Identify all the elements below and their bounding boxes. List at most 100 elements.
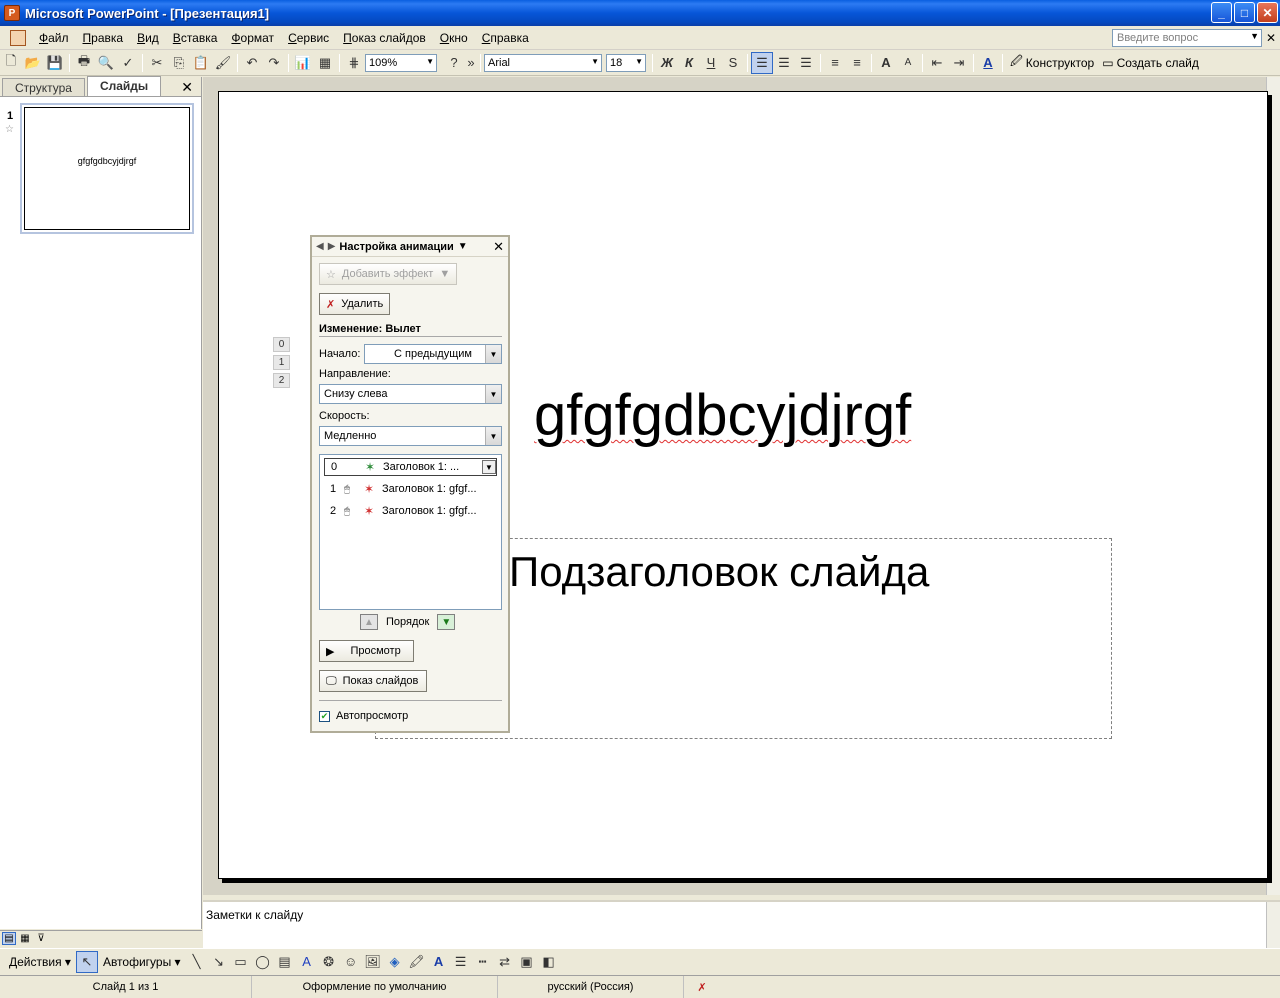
back-arrow-icon[interactable]: ◀ [316, 241, 324, 252]
save-icon[interactable]: 💾 [44, 52, 66, 74]
help-question-input[interactable]: Введите вопрос ▼ [1112, 29, 1262, 47]
dash-style-icon[interactable]: ┅ [472, 951, 494, 973]
actions-menu[interactable]: Действия ▾ [4, 955, 76, 969]
print-preview-icon[interactable]: 🔍 [95, 52, 117, 74]
autopreview-option[interactable]: ✔ Автопросмотр [319, 710, 408, 722]
open-folder-icon[interactable]: 📂 [22, 52, 44, 74]
autoshapes-menu[interactable]: Автофигуры ▾ [98, 955, 186, 969]
tab-slides[interactable]: Слайды [86, 76, 162, 96]
new-slide-button[interactable]: ▭ Создать слайд [1098, 56, 1203, 70]
clipart-icon[interactable]: ☺ [340, 951, 362, 973]
menu-window[interactable]: Окно [433, 31, 475, 45]
document-icon[interactable] [10, 29, 26, 46]
close-button[interactable]: ✕ [1257, 2, 1278, 23]
close-icon[interactable]: ✕ [181, 79, 193, 96]
slideshow-button[interactable]: 🖵 Показ слайдов [319, 670, 427, 692]
close-icon[interactable]: ✕ [493, 239, 504, 255]
powerpoint-app-icon[interactable]: P [4, 5, 20, 21]
preview-button[interactable]: ▶ Просмотр [319, 640, 414, 662]
align-center-icon[interactable]: ☰ [773, 52, 795, 74]
spellcheck-status-icon[interactable]: ✗ [684, 976, 720, 998]
font-color-icon[interactable]: A [428, 951, 450, 973]
add-effect-button[interactable]: ☆ Добавить эффект ▼ [319, 263, 458, 285]
move-up-icon[interactable]: ▲ [360, 614, 378, 630]
insert-table-icon[interactable]: ▦ [314, 52, 336, 74]
effect-item[interactable]: 1 🖱 ✶ Заголовок 1: gfgf... [324, 480, 497, 498]
chevron-down-icon[interactable]: ▼ [482, 460, 496, 474]
align-left-icon[interactable]: ☰ [751, 51, 773, 74]
zoom-select[interactable]: 109% ▼ [365, 53, 437, 72]
redo-icon[interactable]: ↷ [263, 52, 285, 74]
document-close-button[interactable]: ✕ [1266, 31, 1276, 45]
autopreview-checkbox[interactable]: ✔ [319, 710, 330, 722]
picture-icon[interactable]: 🖼 [362, 951, 384, 973]
chevron-down-icon[interactable]: ▼ [458, 241, 468, 252]
line-icon[interactable]: ╲ [186, 951, 208, 973]
diagram-icon[interactable]: ❂ [318, 951, 340, 973]
designer-button[interactable]: 🖉 Конструктор [1006, 52, 1098, 73]
slide-sorter-view-icon[interactable]: ▦ [18, 932, 32, 945]
rectangle-icon[interactable]: ▭ [230, 951, 252, 973]
chevron-down-icon[interactable]: ▼ [1250, 31, 1259, 41]
chevron-down-icon[interactable]: ▼ [485, 427, 501, 445]
line-color-icon[interactable]: 🖍 [406, 951, 428, 973]
italic-button[interactable]: К [678, 52, 700, 74]
decrease-indent-icon[interactable]: ⇤ [926, 52, 948, 74]
copy-icon[interactable]: ⎘ [168, 52, 190, 74]
fill-color-icon[interactable]: ◈ [384, 951, 406, 973]
start-select[interactable]: С предыдущим ▼ [364, 344, 502, 364]
menu-insert[interactable]: Вставка [166, 31, 225, 45]
align-right-icon[interactable]: ☰ [795, 52, 817, 74]
increase-indent-icon[interactable]: ⇥ [948, 52, 970, 74]
notes-scrollbar[interactable] [1266, 902, 1280, 948]
shadow-style-icon[interactable]: ▣ [516, 951, 538, 973]
slide-subtitle[interactable]: Подзаголовок слайда [509, 548, 929, 596]
menu-edit[interactable]: Правка [76, 31, 131, 45]
toolbar-overflow-icon[interactable]: » [465, 52, 477, 74]
paste-icon[interactable]: 📋 [190, 52, 212, 74]
slide-title[interactable]: gfgfgdbcyjdjrgf [534, 382, 911, 449]
font-color-icon[interactable]: A [977, 52, 999, 74]
grid-icon[interactable]: ⋕ [343, 52, 365, 74]
remove-button[interactable]: ✗ Удалить [319, 293, 391, 315]
menu-file[interactable]: Файл [32, 31, 76, 45]
move-down-icon[interactable]: ▼ [437, 614, 456, 630]
minimize-button[interactable]: _ [1211, 2, 1232, 23]
tab-outline[interactable]: Структура [2, 78, 85, 96]
arrow-icon[interactable]: ↘ [208, 951, 230, 973]
select-pointer-icon[interactable]: ↖ [75, 950, 98, 973]
undo-icon[interactable]: ↶ [241, 52, 263, 74]
new-document-icon[interactable]: 🗋 [0, 52, 22, 74]
format-painter-icon[interactable]: 🖌 [212, 52, 234, 74]
wordart-icon[interactable]: A [296, 951, 318, 973]
menu-help[interactable]: Справка [475, 31, 536, 45]
3d-style-icon[interactable]: ◧ [538, 951, 560, 973]
chevron-down-icon[interactable]: ▼ [485, 345, 501, 363]
insert-chart-icon[interactable]: 📊 [292, 52, 314, 74]
chevron-down-icon[interactable]: ▼ [485, 385, 501, 403]
increase-font-icon[interactable]: A [875, 52, 897, 74]
slideshow-view-icon[interactable]: ⊽ [34, 932, 48, 945]
shadow-button[interactable]: S [722, 52, 744, 74]
font-size-select[interactable]: 18 ▼ [606, 53, 646, 72]
help-icon[interactable]: ? [443, 52, 465, 74]
cut-icon[interactable]: ✂ [146, 52, 168, 74]
menu-view[interactable]: Вид [130, 31, 166, 45]
effects-list[interactable]: 0 ✶ Заголовок 1: ... ▼ 1 🖱 ✶ Заголовок 1… [319, 454, 502, 610]
bold-button[interactable]: Ж [656, 52, 678, 74]
menu-tools[interactable]: Сервис [281, 31, 336, 45]
bulleted-list-icon[interactable]: ≡ [846, 52, 868, 74]
numbered-list-icon[interactable]: ≡ [824, 52, 846, 74]
effect-item[interactable]: 0 ✶ Заголовок 1: ... ▼ [324, 458, 497, 476]
vertical-scrollbar[interactable] [1266, 77, 1280, 895]
normal-view-icon[interactable]: ▤ [2, 932, 16, 945]
maximize-button[interactable]: □ [1234, 2, 1255, 23]
underline-button[interactable]: Ч [700, 52, 722, 74]
spelling-icon[interactable]: ✓ [117, 52, 139, 74]
menu-slideshow[interactable]: Показ слайдов [336, 31, 433, 45]
decrease-font-icon[interactable]: A [897, 52, 919, 74]
font-name-select[interactable]: Arial ▼ [484, 53, 602, 72]
arrow-style-icon[interactable]: ⇄ [494, 951, 516, 973]
forward-arrow-icon[interactable]: ▶ [328, 241, 336, 252]
menu-format[interactable]: Формат [224, 31, 281, 45]
